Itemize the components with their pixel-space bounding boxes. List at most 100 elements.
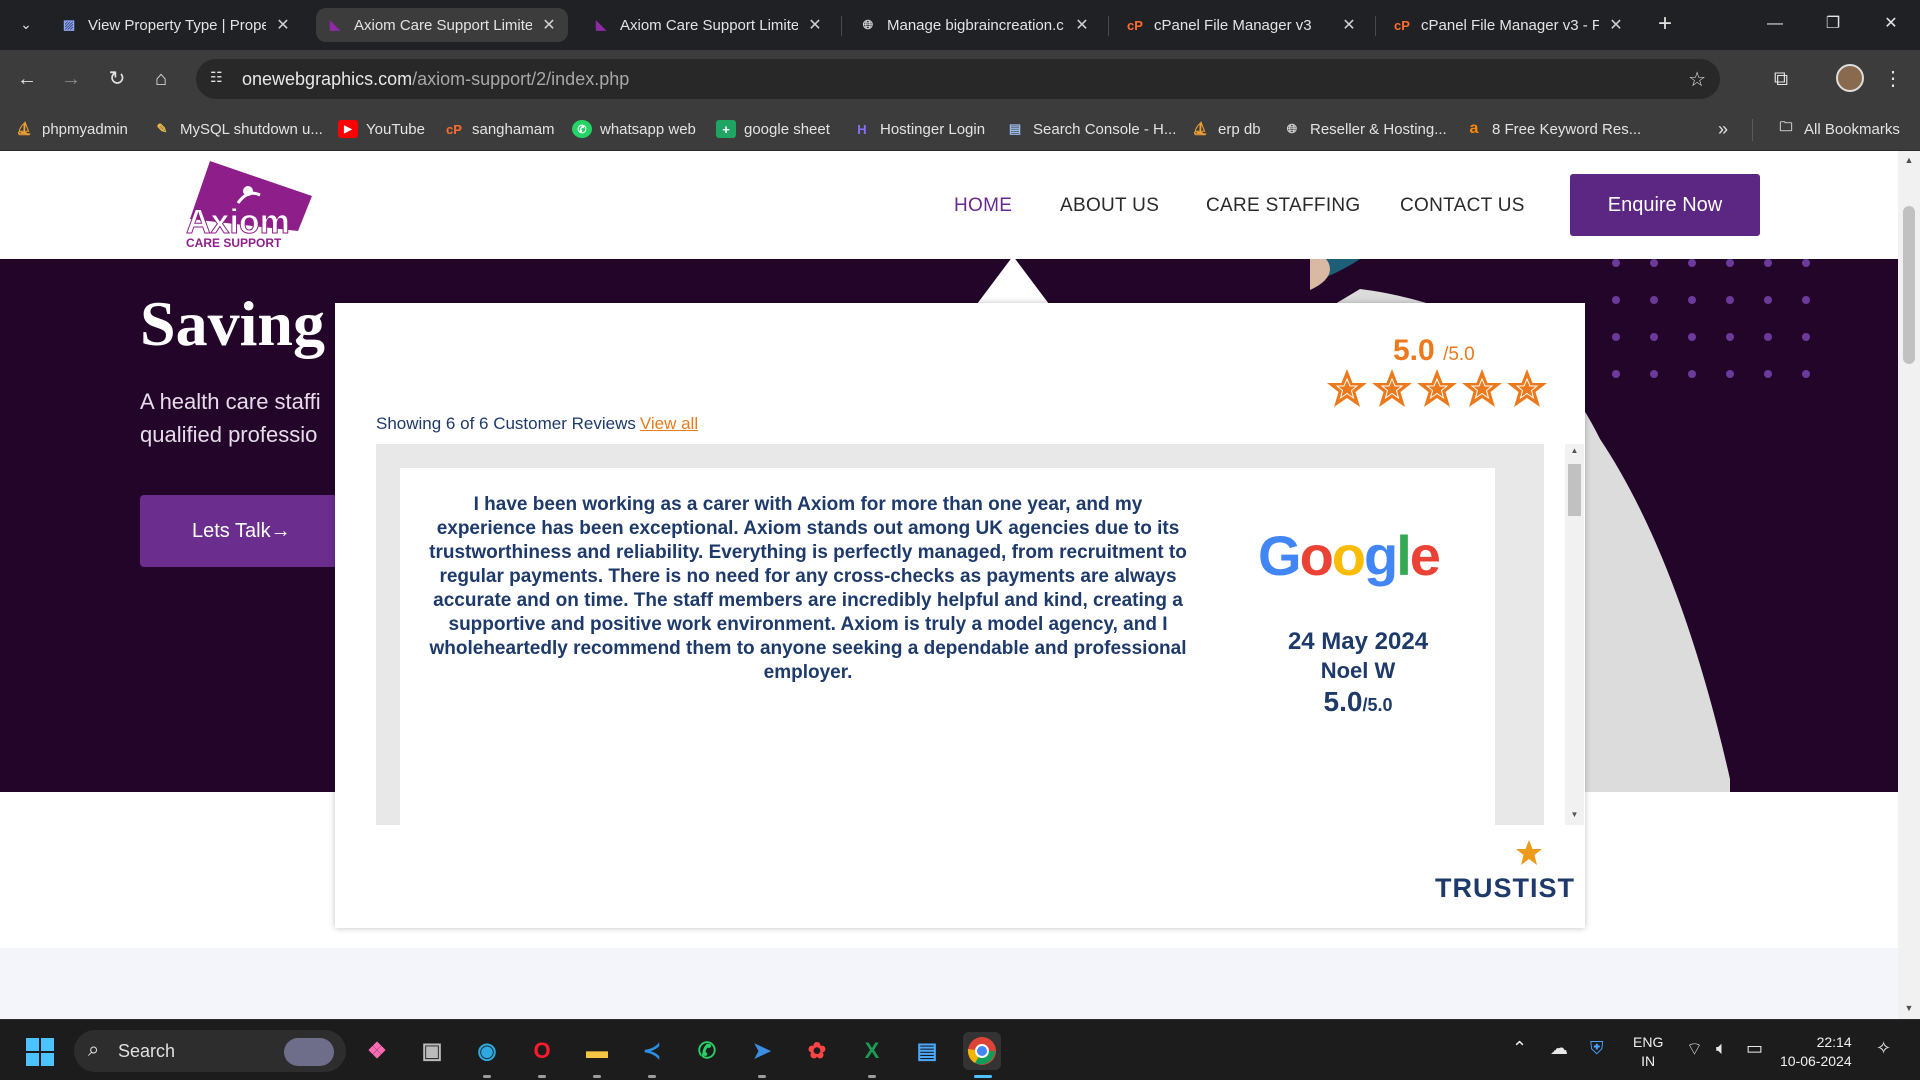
bookmark-hostinger-login[interactable]: H Hostinger Login — [852, 117, 985, 141]
scroll-up-arrow-icon[interactable]: ▲ — [1568, 446, 1581, 455]
tab-strip: ⌄ ▨ View Property Type | Prope ✕ ◣ Axiom… — [0, 0, 1920, 50]
pin-icon: ✎ — [156, 121, 168, 136]
lets-talk-button[interactable]: Lets Talk→ — [140, 495, 340, 567]
minimize-icon[interactable]: — — [1760, 12, 1790, 36]
close-tab-icon[interactable]: ✕ — [1073, 15, 1091, 35]
forward-arrow-icon[interactable]: → — [56, 64, 86, 94]
tab-separator — [1375, 16, 1376, 36]
nav-about-us[interactable]: ABOUT US — [1060, 195, 1159, 217]
onedrive-cloud-icon[interactable]: ☁ — [1550, 1038, 1568, 1059]
copilot-icon[interactable]: ❖ — [358, 1032, 396, 1070]
summary-rating: 5.0 /5.0 — [1393, 334, 1475, 368]
page-scroll-thumb[interactable] — [1903, 206, 1915, 364]
bookmark-star-icon[interactable]: ☆ — [1688, 67, 1706, 92]
excel-icon[interactable]: X — [853, 1032, 891, 1070]
system-clock[interactable]: 22:14 10-06-2024 — [1780, 1033, 1852, 1071]
profile-avatar[interactable] — [1836, 64, 1864, 92]
globe-icon: 🌐︎ — [862, 17, 874, 32]
bookmark-mysql-shutdown[interactable]: ✎ MySQL shutdown u... — [152, 117, 323, 141]
folder-icon: 🗀︎ — [1779, 119, 1793, 134]
trustist-logo[interactable]: TRUSTIST — [1435, 873, 1575, 904]
site-info-icon[interactable]: ☷ — [210, 69, 230, 89]
review-text: I have been working as a carer with Axio… — [429, 494, 1187, 683]
enquire-now-button[interactable]: Enquire Now — [1570, 174, 1760, 236]
trustist-star-icon — [1516, 840, 1542, 865]
reviews-scroll-thumb[interactable] — [1568, 464, 1581, 516]
review-score-value: 5.0 — [1323, 686, 1363, 717]
chrome-icon[interactable] — [963, 1032, 1001, 1070]
reviews-scrollbar[interactable]: ▲ ▼ — [1565, 444, 1584, 825]
bookmark-google-sheet[interactable]: + google sheet — [716, 117, 830, 141]
tab-cpanel-file-manager-2[interactable]: cP cPanel File Manager v3 - Fi ✕ — [1383, 8, 1635, 42]
show-hidden-icons-chevron-icon[interactable]: ⌃ — [1512, 1038, 1527, 1059]
summary-score-value: 5.0 — [1393, 334, 1435, 367]
restore-icon[interactable]: ❐ — [1818, 12, 1848, 36]
axiom-logo[interactable]: Axiom CARE SUPPORT — [180, 161, 320, 251]
bookmark-free-keyword[interactable]: a 8 Free Keyword Res... — [1464, 117, 1642, 141]
decorative-dots — [1600, 259, 1820, 399]
bookmark-phpmyadmin[interactable]: ⛵︎ phpmyadmin — [14, 117, 128, 141]
tab-axiom-care-support-active[interactable]: ◣ Axiom Care Support Limite ✕ — [316, 8, 568, 42]
opera-icon[interactable]: O — [523, 1032, 561, 1070]
url-text: onewebgraphics.com/axiom-support/2/index… — [242, 69, 629, 90]
bookmark-erp-db[interactable]: ⛵︎ erp db — [1190, 117, 1261, 141]
page-scrollbar[interactable]: ▲ ▼ — [1898, 151, 1920, 1019]
tab-cpanel-file-manager[interactable]: cP cPanel File Manager v3 ✕ — [1116, 8, 1368, 42]
close-tab-icon[interactable]: ✕ — [1340, 15, 1358, 35]
axiom-icon: ◣ — [596, 17, 606, 32]
back-arrow-icon[interactable]: ← — [12, 64, 42, 94]
task-view-icon[interactable]: ▣ — [413, 1032, 451, 1070]
wifi-icon[interactable]: ⌔ — [1686, 1038, 1703, 1061]
security-shield-icon[interactable]: ⛨ — [1590, 1038, 1604, 1059]
bookmark-reseller-hosting[interactable]: 🌐︎ Reseller & Hosting... — [1282, 117, 1447, 141]
scroll-down-arrow-icon[interactable]: ▼ — [1568, 810, 1581, 819]
reload-icon[interactable]: ↻ — [102, 64, 132, 94]
home-icon[interactable]: ⌂ — [146, 64, 176, 94]
edge-icon[interactable]: ◉ — [468, 1032, 506, 1070]
volume-icon[interactable]: 🔈︎ — [1716, 1038, 1727, 1059]
language-indicator[interactable]: ENG IN — [1633, 1033, 1663, 1071]
close-tab-icon[interactable]: ✕ — [540, 15, 558, 35]
browser-menu-icon[interactable]: ⋮ — [1878, 64, 1908, 94]
battery-icon[interactable]: ▭ — [1746, 1038, 1763, 1059]
bookmark-sanghamam[interactable]: cP sanghamam — [444, 117, 555, 141]
whatsapp-icon[interactable]: ✆ — [688, 1032, 726, 1070]
browser-toolbar: ← → ↻ ⌂ ☷ onewebgraphics.com/axiom-suppo… — [0, 50, 1920, 108]
tab-separator — [841, 16, 842, 36]
bookmark-search-console[interactable]: ▤ Search Console - H... — [1005, 117, 1177, 141]
bookmarks-bar: ⛵︎ phpmyadmin ✎ MySQL shutdown u... ▶ Yo… — [0, 108, 1920, 151]
bookmark-whatsapp-web[interactable]: ✆ whatsapp web — [572, 117, 696, 141]
windows-start-icon[interactable] — [26, 1038, 54, 1066]
nav-care-staffing[interactable]: CARE STAFFING — [1206, 195, 1361, 217]
view-all-link[interactable]: View all — [640, 414, 698, 433]
dolphin-browser-icon[interactable]: ➤ — [743, 1032, 781, 1070]
tab-manage-bigbraincreation[interactable]: 🌐︎ Manage bigbraincreation.c ✕ — [849, 8, 1101, 42]
scroll-down-arrow-icon[interactable]: ▼ — [1903, 1003, 1915, 1013]
notifications-bell-icon[interactable]: ✧ — [1876, 1038, 1891, 1059]
close-tab-icon[interactable]: ✕ — [274, 15, 292, 35]
google-logo: Google — [1258, 524, 1441, 587]
nav-contact-us[interactable]: CONTACT US — [1400, 195, 1525, 217]
file-explorer-icon[interactable]: ▬ — [578, 1032, 616, 1070]
tab-search-chevron-icon[interactable]: ⌄ — [14, 12, 38, 36]
vscode-icon[interactable]: ≺ — [633, 1032, 671, 1070]
taskbar-search[interactable]: ⌕ Search — [74, 1030, 346, 1072]
tab-view-property-type[interactable]: ▨ View Property Type | Prope ✕ — [50, 8, 302, 42]
paint-icon[interactable]: ✿ — [798, 1032, 836, 1070]
tab-axiom-care-support[interactable]: ◣ Axiom Care Support Limite ✕ — [582, 8, 834, 42]
scroll-up-arrow-icon[interactable]: ▲ — [1903, 155, 1915, 165]
bookmarks-overflow-chevron-icon[interactable]: » — [1718, 117, 1728, 141]
reviews-carousel[interactable]: I have been working as a carer with Axio… — [376, 444, 1584, 825]
extensions-puzzle-icon[interactable]: ⧉ — [1766, 64, 1796, 94]
notepad-icon[interactable]: ▤ — [908, 1032, 946, 1070]
rating-star-icon — [1462, 369, 1502, 407]
close-tab-icon[interactable]: ✕ — [1607, 15, 1625, 35]
stripes-icon: ▨ — [62, 17, 76, 32]
nav-home[interactable]: HOME — [954, 195, 1012, 217]
address-bar[interactable]: ☷ onewebgraphics.com/axiom-support/2/ind… — [196, 59, 1720, 99]
new-tab-plus-icon[interactable]: + — [1650, 10, 1680, 40]
bookmark-youtube[interactable]: ▶ YouTube — [338, 117, 425, 141]
close-window-icon[interactable]: ✕ — [1876, 12, 1906, 36]
close-tab-icon[interactable]: ✕ — [806, 15, 824, 35]
all-bookmarks-button[interactable]: 🗀︎ All Bookmarks — [1776, 117, 1899, 141]
